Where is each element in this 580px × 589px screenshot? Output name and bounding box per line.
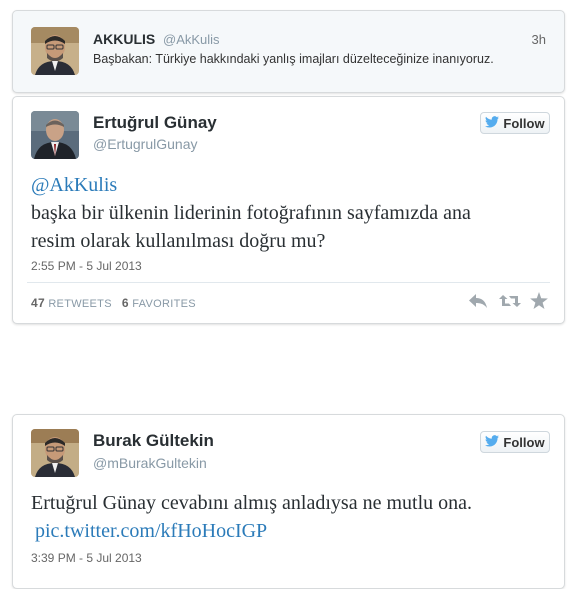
author-name[interactable]: Ertuğrul Günay	[93, 113, 217, 133]
tweet-timestamp[interactable]: 2:55 PM - 5 Jul 2013	[31, 259, 142, 273]
author-name[interactable]: AKKULIS	[93, 31, 155, 47]
tweet-card: Burak Gültekin @mBurakGultekin Follow Er…	[12, 414, 565, 589]
retweets-label[interactable]: RETWEETS	[48, 298, 112, 310]
retweet-icon[interactable]	[499, 293, 521, 314]
embedded-tweet-card: AKKULIS @AkKulis 3h Başbakan: Türkiye ha…	[12, 10, 565, 93]
author-handle[interactable]: @mBurakGultekin	[93, 455, 207, 471]
favorites-label[interactable]: FAVORITES	[132, 298, 196, 310]
avatar[interactable]	[31, 27, 79, 75]
author-handle[interactable]: @AkKulis	[163, 32, 220, 47]
divider	[27, 282, 550, 283]
tweet-text: @AkKulis başka bir ülkenin liderinin fot…	[31, 171, 551, 255]
follow-button[interactable]: Follow	[480, 431, 550, 453]
tweet-text: Ertuğrul Günay cevabını almış anladıysa …	[31, 489, 551, 545]
tweet-text-line: resim olarak kullanılması doğru mu?	[31, 230, 326, 252]
avatar[interactable]	[31, 111, 79, 159]
follow-label: Follow	[503, 115, 545, 131]
avatar[interactable]	[31, 429, 79, 477]
author-handle[interactable]: @ErtugrulGunay	[93, 136, 197, 152]
favorites-count[interactable]: 6	[122, 296, 129, 310]
follow-label: Follow	[503, 434, 545, 450]
tweet-text-line: Ertuğrul Günay cevabını almış anladıysa …	[31, 492, 472, 514]
tweet-text: Başbakan: Türkiye hakkındaki yanlış imaj…	[93, 52, 494, 66]
tweet-text-line: başka bir ülkenin liderinin fotoğrafının…	[31, 202, 471, 224]
tweet-time[interactable]: 3h	[532, 32, 546, 47]
mention-link[interactable]: @AkKulis	[31, 171, 551, 199]
follow-button[interactable]: Follow	[480, 112, 550, 134]
tweet-timestamp[interactable]: 3:39 PM - 5 Jul 2013	[31, 551, 142, 565]
twitter-bird-icon	[485, 434, 500, 450]
reply-icon[interactable]	[468, 293, 488, 314]
author-name[interactable]: Burak Gültekin	[93, 431, 214, 451]
retweets-count[interactable]: 47	[31, 296, 45, 310]
star-icon[interactable]	[530, 292, 548, 314]
media-link[interactable]: pic.twitter.com/kfHoHocIGP	[31, 517, 551, 545]
tweet-card: Ertuğrul Günay @ErtugrulGunay Follow @Ak…	[12, 96, 565, 324]
twitter-bird-icon	[485, 115, 500, 131]
tweet-stats: 47 RETWEETS 6 FAVORITES	[31, 296, 196, 310]
